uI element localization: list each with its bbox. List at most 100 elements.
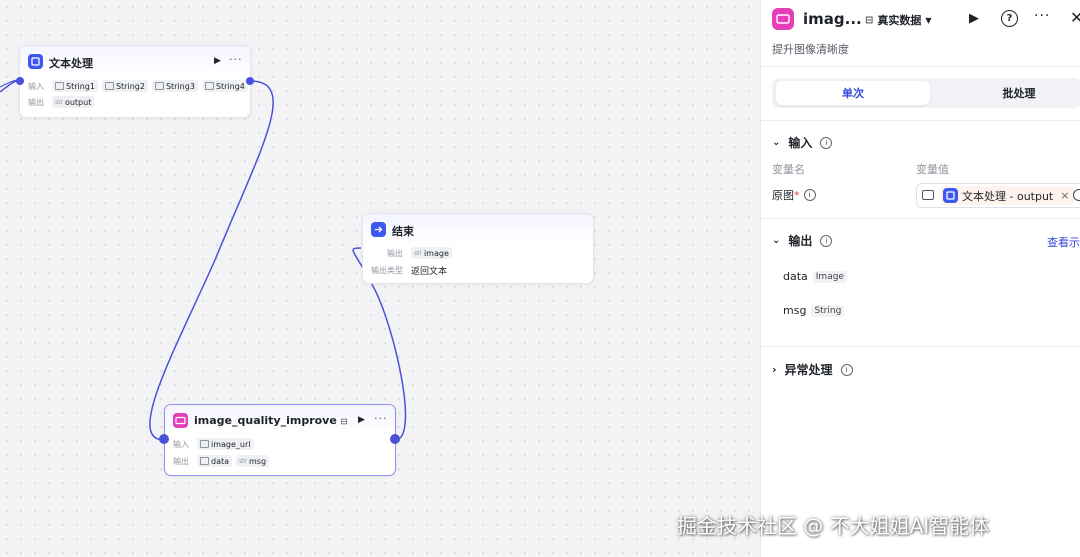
panel-subtitle: 提升图像清晰度 <box>772 43 849 56</box>
info-icon: i <box>840 363 853 376</box>
input-tag: String3 <box>151 80 198 92</box>
output-label: 输出 <box>387 248 403 258</box>
input-section-header[interactable]: ⌄ 输入 i <box>772 134 833 151</box>
output-section-title: 输出 <box>788 234 813 248</box>
image-type-icon <box>200 457 209 465</box>
output-tag: str output <box>52 96 95 108</box>
required-mark: * <box>794 188 800 202</box>
node-title: 结束 <box>392 225 414 238</box>
output-section-header[interactable]: ⌄ 输出 i <box>772 232 833 249</box>
output-label: 输出 <box>173 456 189 466</box>
output-type: Image <box>812 270 847 283</box>
output-type: String <box>811 304 845 317</box>
workflow-canvas[interactable]: 文本处理 ▶ ··· 输入 String1 String2 String3 St… <box>0 0 760 557</box>
image-type-icon <box>104 82 114 90</box>
run-mode-tabs: 单次 批处理 <box>772 78 1080 108</box>
info-icon: i <box>820 136 833 149</box>
variable-reference-chip[interactable]: 文本处理 - output × <box>941 186 1075 205</box>
more-icon[interactable]: ··· <box>1034 8 1050 24</box>
tab-single[interactable]: 单次 <box>776 81 930 105</box>
output-row: 输出 str image <box>371 247 452 259</box>
output-port[interactable] <box>390 434 400 444</box>
chevron-right-icon: › <box>772 363 777 376</box>
variable-value-input[interactable]: 文本处理 - output × <box>916 183 1080 208</box>
run-icon[interactable]: ▶ <box>969 11 979 26</box>
input-tag: String1 <box>52 80 98 92</box>
run-icon[interactable]: ▶ <box>358 415 365 425</box>
output-name: msg <box>783 304 807 317</box>
divider <box>761 218 1080 219</box>
view-example-link[interactable]: 查看示 <box>1047 234 1080 250</box>
input-tag: String2 <box>101 80 148 92</box>
output-port[interactable] <box>246 77 254 85</box>
more-icon[interactable]: ··· <box>229 53 243 66</box>
more-icon[interactable]: ··· <box>374 412 388 425</box>
end-icon <box>371 222 386 237</box>
field-name: 原图 <box>772 189 794 202</box>
input-port[interactable] <box>16 77 24 85</box>
plugin-node-icon <box>943 188 958 203</box>
column-value-header: 变量值 <box>916 163 949 176</box>
input-label: 输入 <box>173 439 189 449</box>
tab-batch[interactable]: 批处理 <box>942 81 1080 105</box>
output-row: 输出 data str msg <box>173 455 270 467</box>
plugin-node-icon <box>28 54 43 69</box>
node-text-processing[interactable]: 文本处理 ▶ ··· 输入 String1 String2 String3 St… <box>19 45 251 118</box>
run-icon[interactable]: ▶ <box>214 56 221 66</box>
plugin-hd-icon <box>772 8 794 30</box>
output-row: 输出 str output <box>28 96 95 108</box>
help-icon[interactable]: ? <box>1001 10 1018 27</box>
output-tag: str msg <box>236 455 270 467</box>
chip-remove-icon[interactable]: × <box>1060 189 1069 202</box>
divider <box>761 120 1080 121</box>
image-type-icon <box>200 440 209 448</box>
error-section-title: 异常处理 <box>784 363 833 377</box>
input-row: 输入 String1 String2 String3 String4 <box>28 80 248 92</box>
edge-text-to-image <box>149 80 274 441</box>
store-icon: ⊟ <box>865 14 874 26</box>
field-label: 原图 * i <box>772 187 816 203</box>
output-label: 输出 <box>28 97 44 107</box>
image-type-icon <box>154 82 164 90</box>
output-type-value: 返回文本 <box>411 267 448 277</box>
chip-label: 文本处理 - output <box>962 189 1054 203</box>
column-name-header: 变量名 <box>772 163 805 176</box>
edge-entry-2 <box>0 79 18 88</box>
output-tag: data <box>197 455 233 467</box>
data-mode-label: 真实数据 <box>877 14 922 27</box>
node-debug-panel: imag... ⊟ 真实数据 ▼ ▶ ? ··· ✕ 提升图像清晰度 单次 批处… <box>760 0 1080 557</box>
input-section-title: 输入 <box>788 136 813 150</box>
chevron-down-icon: ⌄ <box>772 235 781 246</box>
node-image-quality-improve[interactable]: image_quality_improve ⊟ ▶ ··· 输入 image_u… <box>164 404 396 476</box>
output-tag: str image <box>411 247 452 259</box>
info-icon: i <box>803 189 816 201</box>
image-type-icon <box>204 82 214 90</box>
input-label: 输入 <box>28 81 44 91</box>
store-icon: ⊟ <box>340 417 348 426</box>
node-title: 文本处理 <box>49 57 93 70</box>
clear-circle-icon[interactable] <box>1073 189 1080 201</box>
caret-down-icon: ▼ <box>925 15 932 25</box>
input-row: 输入 image_url <box>173 438 254 450</box>
input-tag: image_url <box>197 438 254 450</box>
image-type-icon <box>922 190 934 200</box>
input-tag: String4 <box>201 80 248 92</box>
output-item: data Image <box>783 270 847 283</box>
close-icon[interactable]: ✕ <box>1070 8 1080 27</box>
image-type-icon <box>55 82 64 90</box>
output-type-row: 输出类型 返回文本 <box>371 264 447 277</box>
plugin-hd-icon <box>173 413 188 428</box>
output-name: data <box>783 270 808 283</box>
divider <box>761 346 1080 347</box>
input-port[interactable] <box>159 434 169 444</box>
output-item: msg String <box>783 304 845 317</box>
panel-header: imag... ⊟ 真实数据 ▼ ▶ ? ··· ✕ 提升图像清晰度 <box>761 0 1080 67</box>
info-icon: i <box>820 234 833 247</box>
node-title: image_quality_improve ⊟ <box>194 414 348 427</box>
chevron-down-icon: ⌄ <box>772 137 781 148</box>
panel-title: imag... <box>803 10 862 28</box>
node-end[interactable]: 结束 输出 str image 输出类型 返回文本 <box>362 213 594 284</box>
output-type-label: 输出类型 <box>371 266 403 275</box>
data-mode-dropdown[interactable]: ⊟ 真实数据 ▼ <box>865 12 932 28</box>
error-section-header[interactable]: › 异常处理 i <box>772 361 853 378</box>
